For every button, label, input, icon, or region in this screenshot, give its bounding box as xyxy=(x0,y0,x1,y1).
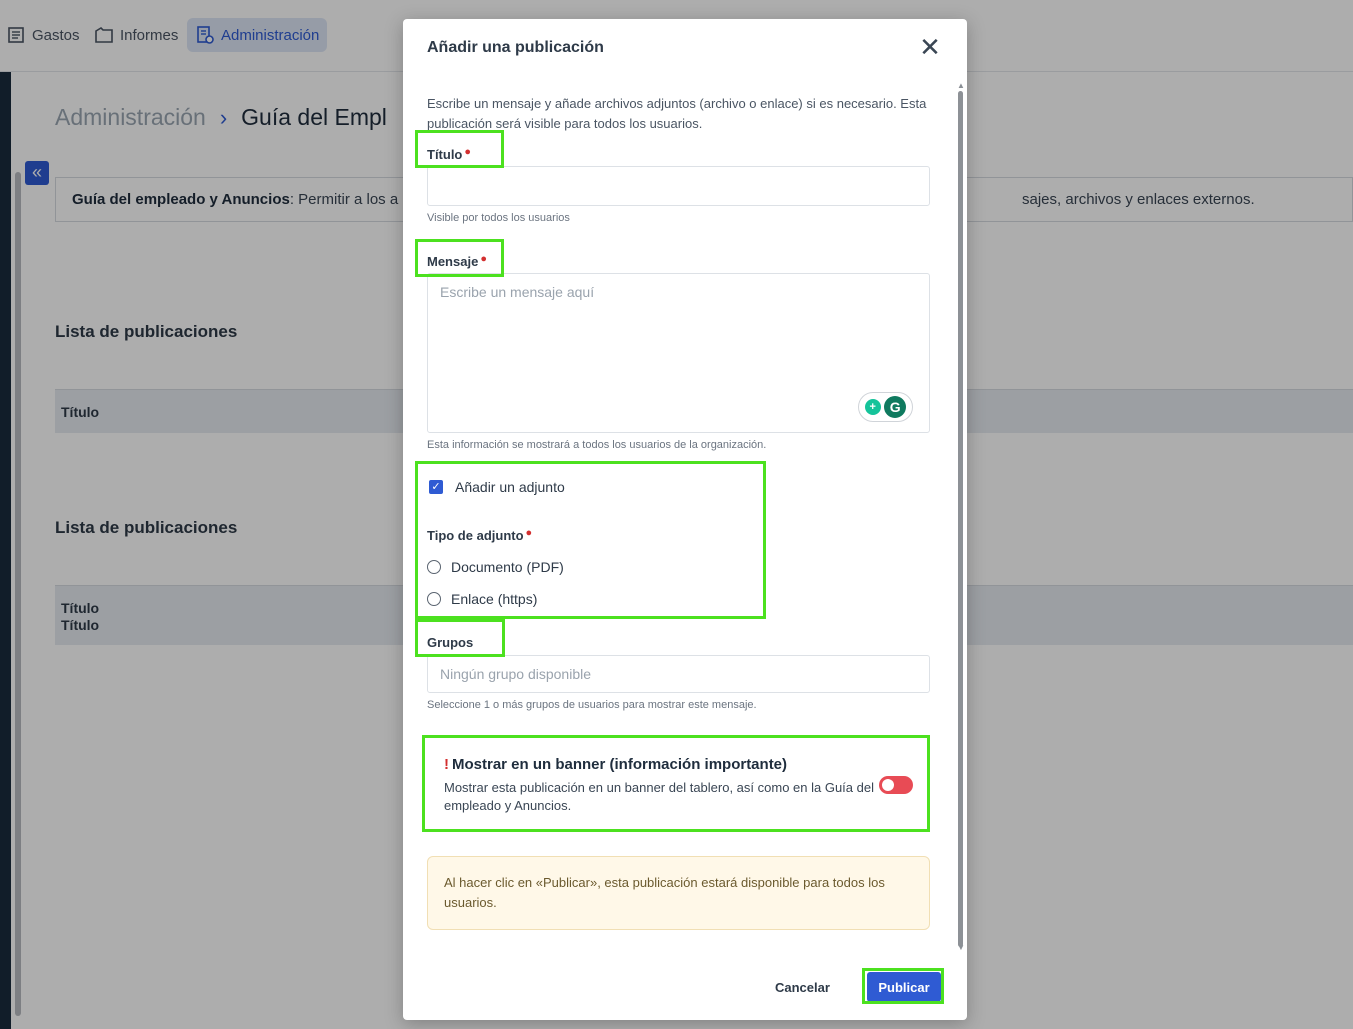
dialog-intro: Escribe un mensaje y añade archivos adju… xyxy=(427,96,927,131)
add-attachment-checkbox-row[interactable]: ✓ Añadir un adjunto xyxy=(429,479,565,495)
add-publication-dialog: Añadir una publicación ✕ ▲ ▼ Escribe un … xyxy=(403,19,967,1020)
required-marker: ● xyxy=(480,253,487,265)
radio-button[interactable] xyxy=(427,592,441,606)
cancel-button[interactable]: Cancelar xyxy=(775,976,830,998)
add-attachment-checkbox[interactable]: ✓ xyxy=(429,480,443,494)
publish-warning: Al hacer clic en «Publicar», esta public… xyxy=(427,856,930,930)
attachment-type-label: Tipo de adjunto ● xyxy=(427,527,532,543)
message-hint: Esta información se mostrará a todos los… xyxy=(427,439,767,451)
banner-description: Mostrar esta publicación en un banner de… xyxy=(444,780,874,813)
title-label: Título ● xyxy=(427,146,471,162)
message-label-text: Mensaje xyxy=(427,254,479,269)
groups-select[interactable] xyxy=(427,655,930,693)
close-icon[interactable]: ✕ xyxy=(919,34,941,60)
publish-button[interactable]: Publicar xyxy=(867,972,941,1002)
scroll-down-arrow-icon[interactable]: ▼ xyxy=(957,943,965,952)
toggle-knob xyxy=(882,779,894,791)
exclamation-icon: ! xyxy=(444,756,449,773)
title-input[interactable] xyxy=(427,166,930,206)
banner-title: ! Mostrar en un banner (información impor… xyxy=(444,756,787,773)
dialog-scrollbar[interactable] xyxy=(958,91,963,947)
groups-label: Grupos xyxy=(427,635,474,650)
radio-button[interactable] xyxy=(427,560,441,574)
radio-label-pdf[interactable]: Documento (PDF) xyxy=(451,559,564,575)
attachment-type-label-text: Tipo de adjunto xyxy=(427,528,524,543)
title-hint: Visible por todos los usuarios xyxy=(427,212,570,224)
grammarly-widget[interactable]: + G xyxy=(858,392,913,422)
scroll-up-arrow-icon[interactable]: ▲ xyxy=(957,81,965,90)
title-label-text: Título xyxy=(427,147,463,162)
add-attachment-label[interactable]: Añadir un adjunto xyxy=(455,479,565,495)
banner-title-text: Mostrar en un banner (información import… xyxy=(452,756,788,773)
message-textarea[interactable] xyxy=(427,273,930,433)
lightbulb-icon[interactable]: + xyxy=(864,399,881,415)
required-marker: ● xyxy=(464,146,472,158)
dialog-title: Añadir una publicación xyxy=(427,39,604,56)
banner-toggle[interactable] xyxy=(879,776,913,794)
radio-option-pdf[interactable]: Documento (PDF) xyxy=(427,559,564,575)
banner-section: ! Mostrar en un banner (información impor… xyxy=(427,739,930,829)
groups-hint: Seleccione 1 o más grupos de usuarios pa… xyxy=(427,699,757,711)
message-label: Mensaje ● xyxy=(427,253,487,269)
required-marker: ● xyxy=(525,527,533,539)
radio-label-link[interactable]: Enlace (https) xyxy=(451,591,537,607)
grammarly-icon[interactable]: G xyxy=(884,396,907,418)
radio-option-link[interactable]: Enlace (https) xyxy=(427,591,537,607)
